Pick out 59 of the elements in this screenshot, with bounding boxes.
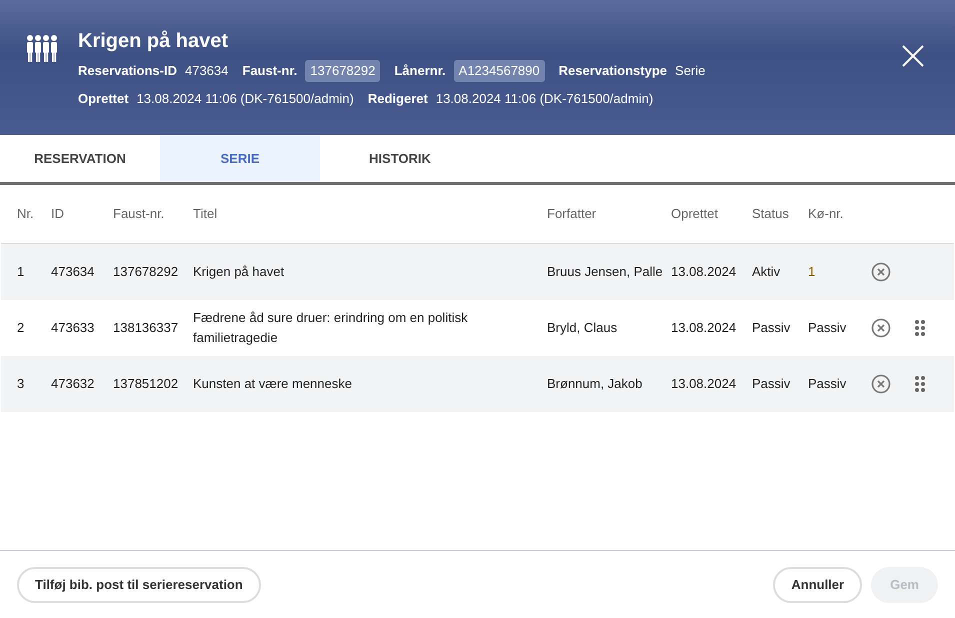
drag-handle-icon[interactable] [914,375,926,393]
row-number: 3 [17,376,24,391]
queue-number: Passiv [808,376,846,391]
created-date: 13.08.2024 [671,376,736,391]
column-header: Forfatter [547,206,596,222]
add-record-button[interactable]: Tilføj bib. post til seriereservation [17,566,261,602]
status-cell: Aktiv [752,264,780,279]
reservation-id: 473633 [51,320,94,335]
remove-button[interactable] [870,317,892,339]
faust-number: 137851202 [113,376,178,391]
tab[interactable]: SERIE [160,135,320,182]
dialog-title: Krigen på havet [78,29,230,54]
author-cell: Bryld, Claus [547,320,618,335]
column-header: Titel [193,206,218,222]
drag-handle-icon[interactable] [914,319,926,337]
row-number: 2 [17,320,24,335]
column-header: Oprettet [671,206,718,222]
meta-label: Oprettet [78,90,129,108]
row-number: 1 [17,264,24,279]
title-cell: Kunsten at være menneske [193,376,352,391]
meta-label: Reservationstype [558,62,668,80]
column-header: Kø-nr. [808,206,844,222]
remove-circle-icon [871,318,891,338]
title-cell: Fædrene åd sure druer: erindring om en politisk familietragedie [193,310,468,345]
faust-number: 138136337 [113,320,178,335]
remove-button[interactable] [870,261,892,283]
remove-button[interactable] [870,373,892,395]
meta-value: Serie [675,62,706,80]
meta-label: Faust-nr. [242,62,298,80]
reservation-id: 473632 [51,376,94,391]
faust-number: 137678292 [113,264,178,279]
created-date: 13.08.2024 [671,320,736,335]
status-cell: Passiv [752,320,790,335]
meta-value: 13.08.2024 11:06 (DK-761500/admin) [436,90,654,108]
meta-value: 473634 [184,62,228,80]
queue-number: Passiv [808,320,846,335]
meta-value: A1234567890 [454,60,545,82]
column-header: Nr. [17,206,34,222]
meta-label: Lånernr. [394,62,446,80]
status-cell: Passiv [752,376,790,391]
created-date: 13.08.2024 [671,264,736,279]
column-header: Status [752,206,789,222]
queue-number: 1 [808,264,816,279]
meta-label: Redigeret [368,90,428,108]
meta-value: 13.08.2024 11:06 (DK-761500/admin) [136,90,354,108]
cancel-button[interactable]: Annuller [773,566,862,602]
reservation-id: 473634 [51,264,94,279]
column-header: Faust-nr. [113,206,164,222]
meta-label: Reservations-ID [78,62,177,80]
remove-circle-icon [871,262,891,282]
tab[interactable]: RESERVATION [0,135,160,182]
column-header: ID [51,206,64,222]
meta-value: 137678292 [305,60,380,82]
remove-circle-icon [871,374,891,394]
close-icon [901,44,925,68]
tab[interactable]: HISTORIK [320,135,480,182]
author-cell: Brønnum, Jakob [547,376,642,391]
author-cell: Bruus Jensen, Palle [547,264,663,279]
title-cell: Krigen på havet [193,264,284,279]
